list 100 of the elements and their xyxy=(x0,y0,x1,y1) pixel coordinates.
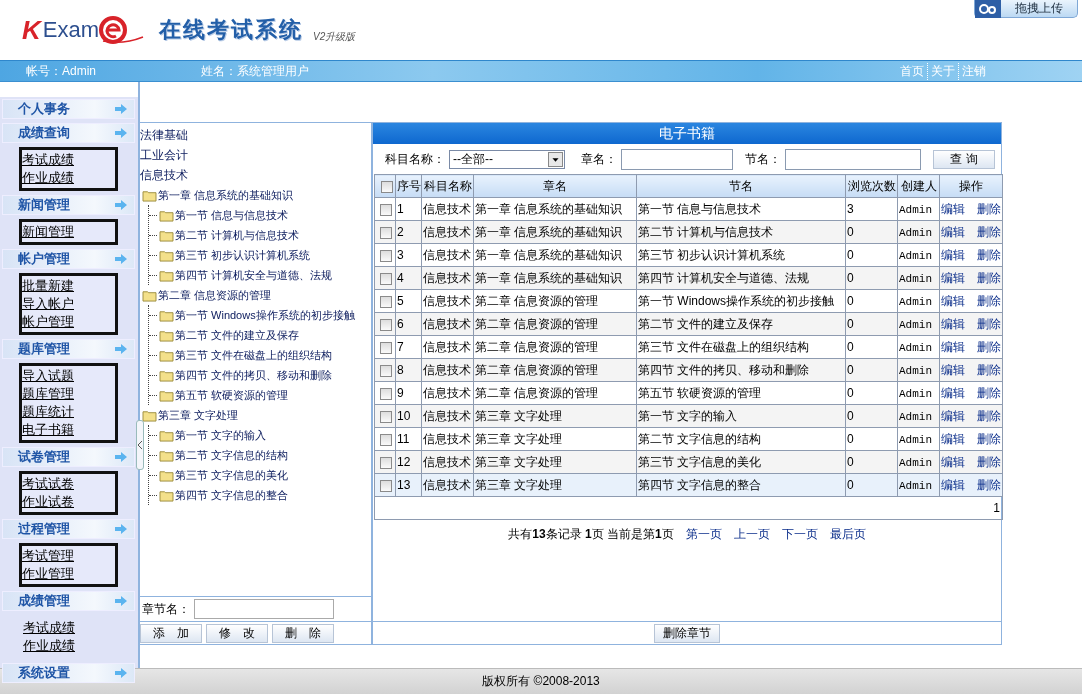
table-row[interactable]: 3 信息技术 第一章 信息系统的基础知识 第三节 初步认识计算机系统 0 Admin 编辑 删除 xyxy=(374,243,1003,267)
sidebar-link[interactable]: 电子书籍 xyxy=(22,421,115,439)
sidebar-header[interactable]: 成绩查询 xyxy=(2,123,135,143)
table-row[interactable]: 12 信息技术 第三章 文字处理 第三节 文字信息的美化 0 Admin 编辑 删除 xyxy=(374,450,1003,474)
delete-link[interactable]: 删除 xyxy=(977,292,1001,310)
sidebar-link[interactable]: 考试试卷 xyxy=(22,475,115,493)
sidebar-link[interactable]: 考试管理 xyxy=(22,547,115,565)
page-link[interactable]: 下一页 xyxy=(781,526,818,543)
checkbox[interactable] xyxy=(380,364,392,377)
page-link[interactable]: 最后页 xyxy=(829,526,866,543)
tree-item[interactable]: 法律基础 xyxy=(140,125,371,145)
tree-item[interactable]: 第四节 文字信息的整合 xyxy=(175,487,289,503)
tree-item[interactable]: 第二节 文件的建立及保存 xyxy=(175,327,300,343)
page-link[interactable]: 第一页 xyxy=(685,526,722,543)
delete-link[interactable]: 删除 xyxy=(977,453,1001,471)
edit-link[interactable]: 编辑 xyxy=(941,246,965,264)
table-row[interactable]: 2 信息技术 第一章 信息系统的基础知识 第二节 计算机与信息技术 0 Admin 编辑 删除 xyxy=(374,220,1003,244)
delete-link[interactable]: 删除 xyxy=(977,430,1001,448)
table-row[interactable]: 8 信息技术 第二章 信息资源的管理 第四节 文件的拷贝、移动和删除 0 Admin 编辑 删除 xyxy=(374,358,1003,382)
tree-item[interactable]: 第二节 文字信息的结构 xyxy=(175,447,289,463)
tree-item[interactable]: 第二章 信息资源的管理 xyxy=(158,287,272,303)
delete-link[interactable]: 删除 xyxy=(977,269,1001,287)
sidebar-link[interactable]: 导入帐户 xyxy=(22,295,115,313)
sidebar-link[interactable]: 帐户管理 xyxy=(22,313,115,331)
sidebar-header[interactable]: 系统设置 xyxy=(2,663,135,683)
action-button[interactable]: 删 除 xyxy=(272,623,334,643)
tree-item[interactable]: 第一节 文字的输入 xyxy=(175,427,267,443)
sidebar-link[interactable]: 批量新建 xyxy=(22,277,115,295)
checkbox[interactable] xyxy=(380,479,392,492)
edit-link[interactable]: 编辑 xyxy=(941,292,965,310)
table-row[interactable]: 9 信息技术 第二章 信息资源的管理 第五节 软硬资源的管理 0 Admin 编辑 删除 xyxy=(374,381,1003,405)
table-row[interactable]: 11 信息技术 第三章 文字处理 第二节 文字信息的结构 0 Admin 编辑 删除 xyxy=(374,427,1003,451)
checkbox[interactable] xyxy=(381,180,393,193)
action-button[interactable]: 修 改 xyxy=(206,623,268,643)
table-row[interactable]: 4 信息技术 第一章 信息系统的基础知识 第四节 计算机安全与道德、法规 0 Admin 编辑 删除 xyxy=(374,266,1003,290)
sidebar-header[interactable]: 题库管理 xyxy=(2,339,135,359)
delete-chapter-button[interactable]: 删除章节 xyxy=(654,623,720,643)
tree-item[interactable]: 第五节 软硬资源的管理 xyxy=(175,387,289,403)
sidebar-header[interactable]: 成绩管理 xyxy=(2,591,135,611)
delete-link[interactable]: 删除 xyxy=(977,200,1001,218)
checkbox[interactable] xyxy=(380,341,392,354)
checkbox[interactable] xyxy=(380,226,392,239)
sidebar-link[interactable]: 作业管理 xyxy=(22,565,115,583)
edit-link[interactable]: 编辑 xyxy=(941,338,965,356)
table-row[interactable]: 1 信息技术 第一章 信息系统的基础知识 第一节 信息与信息技术 3 Admin 编辑 删除 xyxy=(374,197,1003,221)
table-row[interactable]: 7 信息技术 第二章 信息资源的管理 第三节 文件在磁盘上的组织结构 0 Admin 编辑 删除 xyxy=(374,335,1003,359)
tree-item[interactable]: 第三节 文字信息的美化 xyxy=(175,467,289,483)
checkbox[interactable] xyxy=(380,387,392,400)
edit-link[interactable]: 编辑 xyxy=(941,315,965,333)
tree-item[interactable]: 第三节 初步认识计算机系统 xyxy=(175,247,311,263)
delete-link[interactable]: 删除 xyxy=(977,246,1001,264)
edit-link[interactable]: 编辑 xyxy=(941,384,965,402)
collapse-handle[interactable] xyxy=(136,420,144,470)
sidebar-header[interactable]: 新闻管理 xyxy=(2,195,135,215)
tree-item[interactable]: 信息技术 xyxy=(140,165,371,185)
checkbox[interactable] xyxy=(380,272,392,285)
tree-item[interactable]: 第三节 文件在磁盘上的组织结构 xyxy=(175,347,333,363)
sidebar-header[interactable]: 试卷管理 xyxy=(2,447,135,467)
edit-link[interactable]: 编辑 xyxy=(941,476,965,494)
sidebar-header[interactable]: 帐户管理 xyxy=(2,249,135,269)
checkbox[interactable] xyxy=(380,203,392,216)
tree-item[interactable]: 第四节 文件的拷贝、移动和删除 xyxy=(175,367,333,383)
upload-button[interactable]: 拖拽上传 xyxy=(974,0,1078,18)
checkbox[interactable] xyxy=(380,410,392,423)
sidebar-link[interactable]: 作业试卷 xyxy=(22,493,115,511)
section-input[interactable] xyxy=(785,148,921,170)
sidebar-link[interactable]: 作业成绩 xyxy=(22,169,115,187)
edit-link[interactable]: 编辑 xyxy=(941,223,965,241)
sidebar-link[interactable]: 考试成绩 xyxy=(22,619,118,637)
edit-link[interactable]: 编辑 xyxy=(941,430,965,448)
delete-link[interactable]: 删除 xyxy=(977,338,1001,356)
checkbox[interactable] xyxy=(380,295,392,308)
table-row[interactable]: 6 信息技术 第二章 信息资源的管理 第二节 文件的建立及保存 0 Admin 编辑 删除 xyxy=(374,312,1003,336)
name-input[interactable] xyxy=(194,599,334,619)
tree-item[interactable]: 第二节 计算机与信息技术 xyxy=(175,227,300,243)
query-button[interactable]: 查 询 xyxy=(933,149,995,169)
sidebar-link[interactable]: 作业成绩 xyxy=(22,637,118,655)
edit-link[interactable]: 编辑 xyxy=(941,453,965,471)
edit-link[interactable]: 编辑 xyxy=(941,269,965,287)
checkbox[interactable] xyxy=(380,433,392,446)
delete-link[interactable]: 删除 xyxy=(977,223,1001,241)
sidebar-link[interactable]: 导入试题 xyxy=(22,367,115,385)
delete-link[interactable]: 删除 xyxy=(977,384,1001,402)
tree-item[interactable]: 第一章 信息系统的基础知识 xyxy=(158,187,294,203)
checkbox[interactable] xyxy=(380,249,392,262)
table-row[interactable]: 10 信息技术 第三章 文字处理 第一节 文字的输入 0 Admin 编辑 删除 xyxy=(374,404,1003,428)
sidebar-link[interactable]: 题库统计 xyxy=(22,403,115,421)
delete-link[interactable]: 删除 xyxy=(977,361,1001,379)
sidebar-header[interactable]: 过程管理 xyxy=(2,519,135,539)
table-row[interactable]: 13 信息技术 第三章 文字处理 第四节 文字信息的整合 0 Admin 编辑 删除 xyxy=(374,473,1003,497)
sidebar-link[interactable]: 题库管理 xyxy=(22,385,115,403)
tree-item[interactable]: 第四节 计算机安全与道德、法规 xyxy=(175,267,333,283)
edit-link[interactable]: 编辑 xyxy=(941,200,965,218)
tree-item[interactable]: 第三章 文字处理 xyxy=(158,407,239,423)
tree-item[interactable]: 工业会计 xyxy=(140,145,371,165)
sidebar-link[interactable]: 考试成绩 xyxy=(22,151,115,169)
checkbox[interactable] xyxy=(380,318,392,331)
chapter-input[interactable] xyxy=(621,148,733,170)
edit-link[interactable]: 编辑 xyxy=(941,361,965,379)
tree-item[interactable]: 第一节 信息与信息技术 xyxy=(175,207,289,223)
